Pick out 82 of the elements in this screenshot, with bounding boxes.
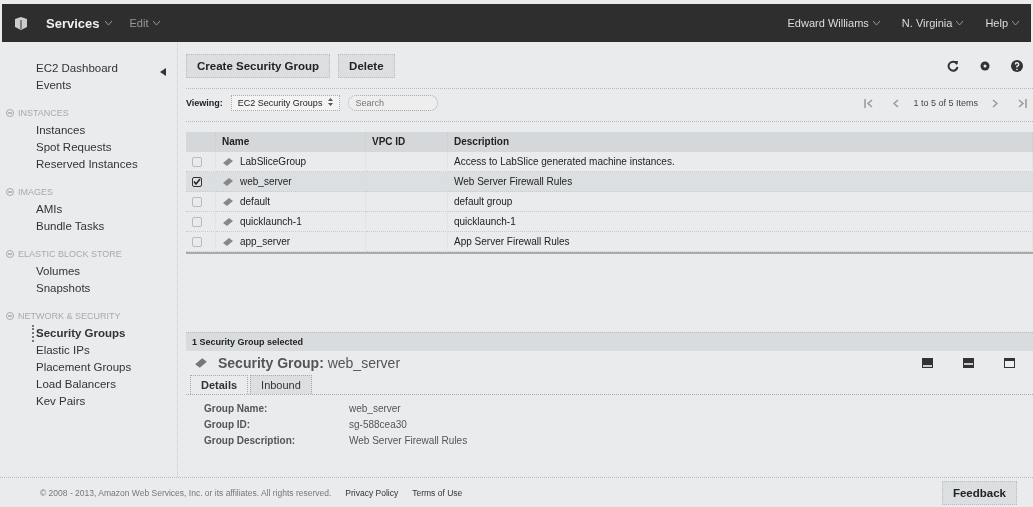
- section-title: IMAGES: [18, 187, 53, 197]
- toolbar-button[interactable]: Create Security Group: [186, 54, 331, 78]
- help-icon[interactable]: [1011, 60, 1023, 72]
- column-header[interactable]: Description: [448, 132, 1033, 152]
- updown-icon: [328, 98, 334, 106]
- collapse-icon[interactable]: [6, 312, 14, 320]
- menu-item[interactable]: Edward Williams: [787, 17, 869, 29]
- collapse-icon[interactable]: [6, 109, 14, 117]
- tab[interactable]: Inbound: [250, 375, 312, 394]
- copyright-text: © 2008 - 2013, Amazon Web Services, Inc. or its affiliates. All rights reserved.: [40, 487, 332, 498]
- table-cell: App Server Firewall Rules: [448, 232, 1033, 252]
- column-header[interactable]: VPC ID: [366, 132, 448, 152]
- sidebar-item[interactable]: Security Groups: [32, 325, 177, 342]
- field-label: Group ID:: [204, 419, 252, 430]
- row-checkbox[interactable]: [192, 196, 202, 207]
- detail-title: Security Group: web_server: [218, 355, 401, 371]
- table-cell: Web Server Firewall Rules: [448, 172, 1033, 192]
- group-name: app_server: [240, 236, 291, 247]
- sidebar-item[interactable]: Kev Pairs: [32, 393, 177, 410]
- section-title: INSTANCES: [18, 108, 69, 118]
- field-value: web_server: [349, 403, 402, 414]
- section-title: NETWORK & SECURITY: [18, 311, 121, 321]
- sidebar-item[interactable]: Snapshots: [32, 280, 177, 297]
- sidebar-item[interactable]: Elastic IPs: [32, 342, 177, 359]
- menu-item[interactable]: Help: [985, 17, 1008, 29]
- sidebar-item[interactable]: Bundle Tasks: [32, 218, 177, 235]
- first-page-icon[interactable]: [864, 98, 874, 108]
- field-label: Group Description:: [204, 435, 297, 446]
- column-header[interactable]: Name: [216, 132, 366, 152]
- previous-page-icon[interactable]: [893, 98, 900, 108]
- collapse-icon[interactable]: [6, 250, 14, 258]
- caret-icon: [956, 20, 964, 26]
- row-checkbox[interactable]: [192, 176, 202, 187]
- menu-item[interactable]: Services: [46, 15, 100, 31]
- sidebar-item[interactable]: Load Balancers: [32, 376, 177, 393]
- sidebar-item[interactable]: Placement Groups: [32, 359, 177, 376]
- selection-status: 1 Security Group selected: [186, 332, 1033, 351]
- filter-select[interactable]: EC2 Security Groups: [230, 95, 341, 111]
- settings-icon[interactable]: [979, 60, 991, 72]
- caret-icon: [1012, 20, 1019, 26]
- search-field[interactable]: Search: [348, 95, 439, 111]
- pagination-text: 1 to 5 of 5 Items: [913, 98, 978, 108]
- group-name: default: [240, 196, 271, 207]
- cube-logo-icon[interactable]: [14, 16, 28, 30]
- field-value: Web Server Firewall Rules: [349, 435, 469, 446]
- next-page-icon[interactable]: [992, 98, 998, 108]
- panel-layout-icon[interactable]: [1004, 358, 1015, 368]
- row-checkbox[interactable]: [192, 156, 202, 167]
- feedback-button[interactable]: Feedback: [941, 480, 1017, 505]
- tab[interactable]: Details: [190, 375, 249, 394]
- footer-link[interactable]: Terms of Use: [412, 487, 463, 498]
- last-page-icon[interactable]: [1018, 98, 1027, 108]
- refresh-icon[interactable]: [947, 60, 959, 72]
- table-cell: default group: [448, 192, 1033, 212]
- row-checkbox[interactable]: [192, 236, 202, 247]
- sidebar-item[interactable]: AMIs: [32, 201, 177, 218]
- group-name: web_server: [240, 176, 292, 187]
- caret-icon: [153, 20, 161, 26]
- sidebar-item[interactable]: Volumes: [32, 263, 177, 280]
- table-cell: quicklaunch-1: [448, 212, 1033, 232]
- menu-item[interactable]: N. Virginia: [901, 17, 953, 29]
- section-title: ELASTIC BLOCK STORE: [18, 249, 122, 259]
- panel-layout-icon[interactable]: [922, 358, 933, 368]
- caret-icon: [872, 20, 880, 26]
- group-name: LabSliceGroup: [240, 156, 307, 167]
- sidebar-item[interactable]: Events: [32, 77, 177, 94]
- collapse-arrow-icon[interactable]: [160, 68, 166, 76]
- menu-item[interactable]: Edit: [129, 17, 149, 29]
- sidebar-item[interactable]: Spot Requests: [32, 139, 177, 156]
- toolbar-button[interactable]: Delete: [338, 54, 395, 78]
- sidebar-item[interactable]: Reserved Instances: [32, 156, 177, 173]
- row-checkbox[interactable]: [192, 216, 202, 227]
- group-name: quicklaunch-1: [240, 216, 302, 227]
- panel-layout-icon[interactable]: [963, 358, 974, 368]
- footer-link[interactable]: Privacy Policy: [345, 487, 399, 498]
- viewing-label: Viewing:: [186, 98, 223, 108]
- caret-icon: [104, 20, 112, 26]
- sidebar-item[interactable]: EC2 Dashboard: [32, 60, 177, 77]
- collapse-icon[interactable]: [6, 188, 14, 196]
- field-label: Group Name:: [204, 403, 269, 414]
- sidebar-item[interactable]: Instances: [32, 122, 177, 139]
- field-value: sg-588cea30: [349, 419, 408, 430]
